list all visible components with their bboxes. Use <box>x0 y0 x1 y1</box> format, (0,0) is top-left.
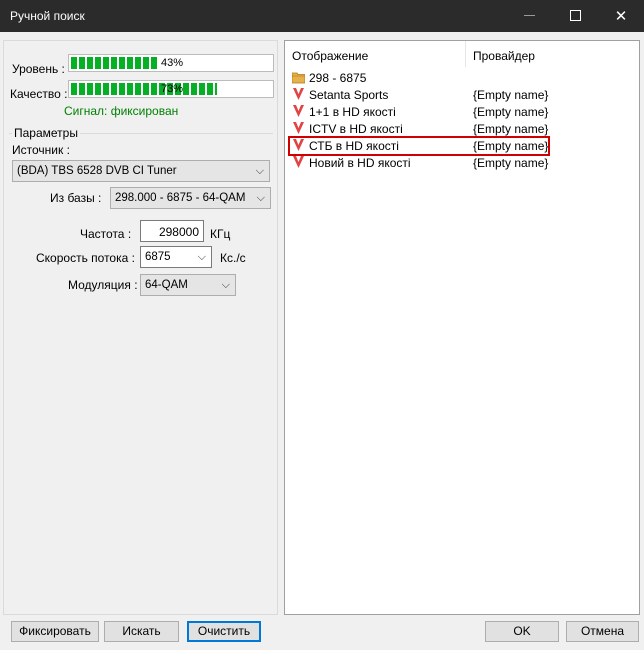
list-item-name: 298 - 6875 <box>309 71 367 85</box>
chevron-down-icon: ⌵ <box>221 278 230 291</box>
list-item-provider: {Empty name} <box>473 156 549 170</box>
source-select-value: (BDA) TBS 6528 DVB CI Tuner <box>17 165 177 177</box>
chevron-down-icon: ⌵ <box>256 191 265 204</box>
folder-icon <box>292 72 305 84</box>
window-title: Ручной поиск <box>10 9 85 23</box>
list-header: Отображение Провайдер <box>285 41 639 67</box>
symbolrate-unit: Кс./с <box>220 251 246 265</box>
parameters-group-title: Параметры <box>12 126 80 140</box>
list-item-provider: {Empty name} <box>473 122 549 136</box>
frequency-unit: КГц <box>210 227 231 241</box>
maximize-button[interactable] <box>552 0 598 32</box>
fix-button[interactable]: Фиксировать <box>11 621 99 642</box>
column-separator[interactable] <box>465 41 466 67</box>
tv-channel-icon <box>293 122 304 134</box>
from-base-select[interactable]: 298.000 - 6875 - 64-QAM ⌵ <box>110 187 271 209</box>
close-button[interactable]: ✕ <box>598 0 644 32</box>
tv-channel-icon <box>293 88 304 100</box>
list-item-provider: {Empty name} <box>473 88 549 102</box>
maximize-icon <box>570 10 581 21</box>
list-item-transponder[interactable]: 298 - 6875 <box>285 69 639 86</box>
level-label: Уровень : <box>12 62 65 76</box>
settings-panel: Уровень : 43% Качество : 73% Сигнал: фик… <box>3 40 278 615</box>
ok-button[interactable]: OK <box>485 621 559 642</box>
symbolrate-label: Скорость потока : <box>36 251 135 265</box>
frequency-input[interactable]: 298000 <box>140 220 204 242</box>
frequency-input-value: 298000 <box>158 225 199 239</box>
column-header-display[interactable]: Отображение <box>292 49 368 63</box>
column-header-provider[interactable]: Провайдер <box>473 49 535 63</box>
modulation-label: Модуляция : <box>68 278 138 292</box>
highlight-box <box>288 136 550 156</box>
minimize-button[interactable] <box>506 0 552 32</box>
list-item-provider: {Empty name} <box>473 105 549 119</box>
from-base-label: Из базы : <box>50 191 102 205</box>
source-label: Источник : <box>12 143 70 157</box>
symbolrate-combo-value: 6875 <box>145 251 171 263</box>
list-item-name: ICTV в HD якості <box>309 122 403 136</box>
list-item-name: Новий в HD якості <box>309 156 411 170</box>
list-item-channel[interactable]: ICTV в HD якості {Empty name} <box>285 120 639 137</box>
source-select[interactable]: (BDA) TBS 6528 DVB CI Tuner ⌵ <box>12 160 270 182</box>
tv-channel-icon <box>293 156 304 168</box>
modulation-select[interactable]: 64-QAM ⌵ <box>140 274 236 296</box>
cancel-button[interactable]: Отмена <box>566 621 639 642</box>
from-base-select-value: 298.000 - 6875 - 64-QAM <box>115 192 246 204</box>
clear-button[interactable]: Очистить <box>187 621 261 642</box>
signal-status: Сигнал: фиксирован <box>64 104 179 118</box>
list-item-channel[interactable]: Новий в HD якості {Empty name} <box>285 154 639 171</box>
quality-percent: 73% <box>161 83 184 95</box>
modulation-select-value: 64-QAM <box>145 279 188 291</box>
search-button[interactable]: Искать <box>104 621 179 642</box>
chevron-down-icon: ⌵ <box>197 250 206 263</box>
list-item-channel[interactable]: Setanta Sports {Empty name} <box>285 86 639 103</box>
level-bar: 43% <box>68 54 274 72</box>
quality-label: Качество : <box>10 87 68 101</box>
close-icon: ✕ <box>614 7 628 25</box>
list-item-name: 1+1 в HD якості <box>309 105 396 119</box>
list-item-name: Setanta Sports <box>309 88 389 102</box>
level-percent: 43% <box>161 57 184 69</box>
minimize-icon <box>524 15 535 16</box>
quality-bar: 73% <box>68 80 274 98</box>
quality-bar-fill <box>71 83 217 95</box>
symbolrate-combo[interactable]: 6875 ⌵ <box>140 246 212 268</box>
title-bar: Ручной поиск ✕ <box>0 0 644 32</box>
frequency-label: Частота : <box>80 227 132 241</box>
list-item-channel[interactable]: 1+1 в HD якості {Empty name} <box>285 103 639 120</box>
chevron-down-icon: ⌵ <box>255 164 264 177</box>
tv-channel-icon <box>293 105 304 117</box>
level-bar-fill <box>71 57 157 69</box>
channel-list[interactable]: Отображение Провайдер 298 - 6875 Setanta… <box>284 40 640 615</box>
